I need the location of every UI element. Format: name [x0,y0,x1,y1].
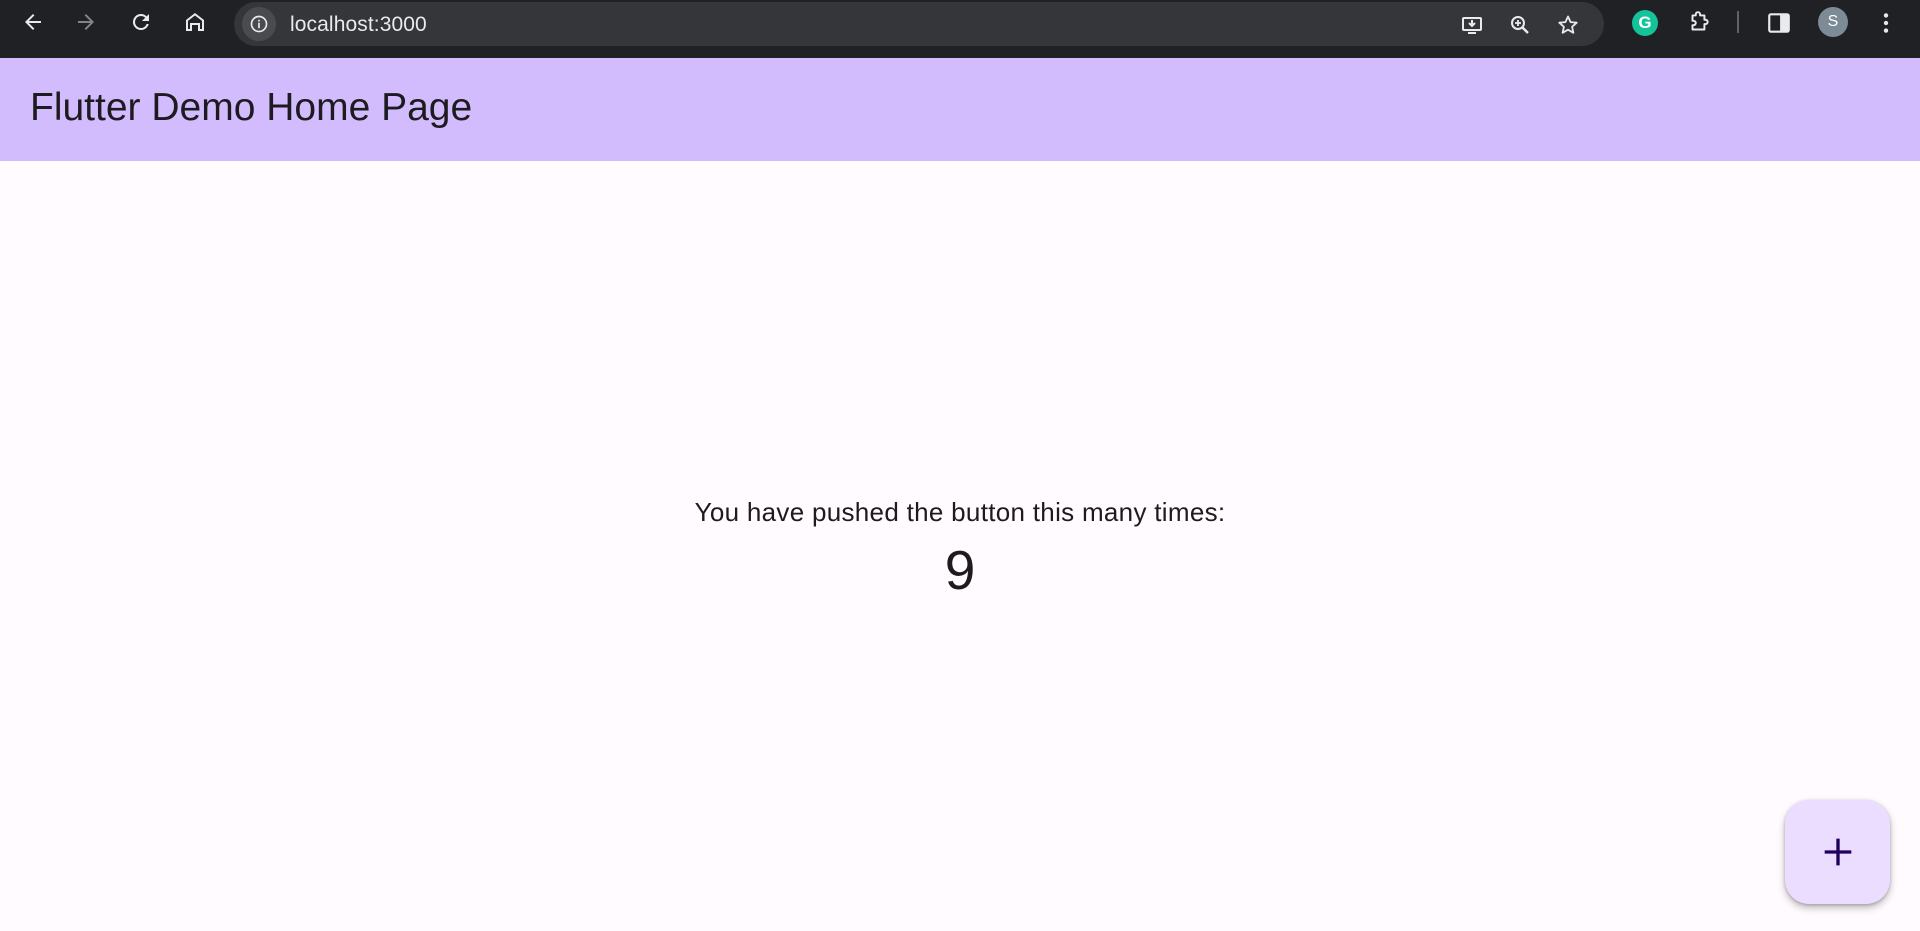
profile-initial: S [1827,13,1839,30]
main-content: You have pushed the button this many tim… [0,161,1920,931]
star-icon [1558,15,1578,34]
page-title: Flutter Demo Home Page [30,86,473,129]
arrow-left-icon [25,14,41,30]
browser-menu-button[interactable] [1871,8,1901,38]
url-text[interactable]: localhost:3000 [290,13,427,37]
reload-button[interactable] [126,7,156,37]
app-bar: Flutter Demo Home Page [0,58,1920,161]
side-panel-button[interactable] [1764,8,1794,38]
counter-label: You have pushed the button this many tim… [694,497,1226,527]
counter-value: 9 [944,539,976,601]
toolbar-divider [1737,11,1739,33]
reload-icon [132,13,149,30]
home-icon [186,13,204,31]
side-panel-icon [1768,13,1790,33]
back-button[interactable] [18,7,48,37]
zoom-button[interactable] [1507,12,1533,38]
grammarly-icon: G [1632,10,1658,36]
increment-button[interactable] [1785,800,1890,904]
browser-toolbar: localhost:3000 G S [0,0,1920,58]
site-info-button[interactable] [242,7,276,41]
info-icon [250,15,268,33]
zoom-icon [1511,16,1529,34]
profile-avatar[interactable]: S [1818,7,1848,37]
extensions-button[interactable] [1684,8,1714,38]
home-button[interactable] [180,7,210,37]
arrow-right-icon [78,14,94,30]
install-app-icon [1462,17,1482,34]
install-app-button[interactable] [1459,12,1485,38]
puzzle-icon [1691,11,1709,31]
forward-button[interactable] [71,7,101,37]
grammarly-button[interactable]: G [1630,8,1660,38]
address-bar[interactable]: localhost:3000 [234,2,1604,46]
bookmark-button[interactable] [1555,12,1581,38]
plus-icon [1824,838,1851,866]
kebab-menu-icon [1883,13,1889,33]
